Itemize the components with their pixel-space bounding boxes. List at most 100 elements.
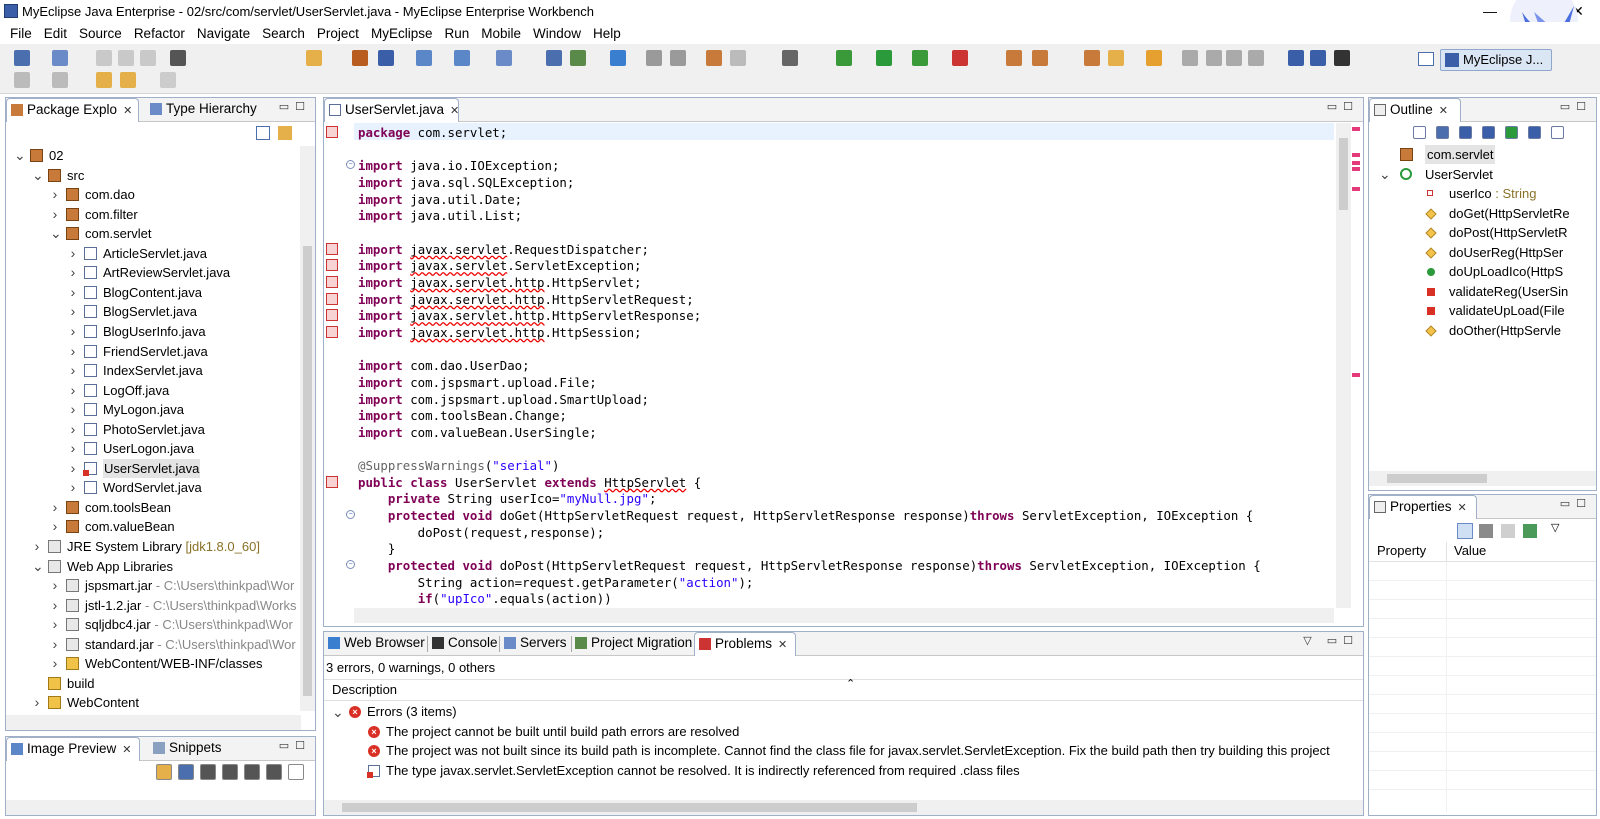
sort-icon[interactable] <box>1436 126 1449 139</box>
tree-item[interactable]: › com.valueBean <box>6 517 299 536</box>
error-marker-icon[interactable] <box>326 309 338 322</box>
toolbar-tool-icon[interactable] <box>496 50 512 66</box>
overview-error-mark[interactable] <box>1352 161 1360 165</box>
menu-navigate[interactable]: Navigate <box>191 26 256 41</box>
fold-toggle-icon[interactable]: − <box>346 559 355 569</box>
collapse-all-icon[interactable] <box>256 126 270 140</box>
problems-hscroll[interactable] <box>324 800 1363 815</box>
fold-toggle-icon[interactable]: − <box>346 160 355 170</box>
view-minmax-icons[interactable]: ▭☐ <box>1560 497 1592 510</box>
tree-item[interactable]: › jspsmart.jar - C:\Users\thinkpad\Wor <box>6 576 299 595</box>
toolbar-tool-icon[interactable] <box>14 50 30 66</box>
expand-arrow-icon[interactable]: › <box>68 302 78 321</box>
toolbar-tool-icon[interactable] <box>1334 50 1350 66</box>
tree-item[interactable]: › BlogUserInfo.java <box>6 322 299 341</box>
menu-project[interactable]: Project <box>311 26 365 41</box>
toolbar-tool-icon[interactable] <box>170 50 186 66</box>
zoom-in-icon[interactable] <box>222 764 238 780</box>
error-marker-icon[interactable] <box>326 242 338 255</box>
fold-toggle-icon[interactable]: − <box>346 509 355 519</box>
toolbar-tool-icon[interactable] <box>670 50 686 66</box>
toolbar-tool-icon[interactable] <box>876 50 892 66</box>
tree-item[interactable]: › com.toolsBean <box>6 498 299 517</box>
open-perspective-icon[interactable] <box>1418 52 1434 66</box>
view-menu-icon[interactable] <box>288 764 304 780</box>
problem-group[interactable]: ⌄ × Errors (3 items) <box>324 702 1363 722</box>
expand-arrow-icon[interactable]: › <box>50 635 60 654</box>
expand-arrow-icon[interactable]: › <box>50 498 60 517</box>
toolbar-tool-icon[interactable] <box>378 50 394 66</box>
categories-icon[interactable] <box>1457 523 1473 539</box>
tree-item[interactable]: › MyLogon.java <box>6 400 299 419</box>
expand-arrow-icon[interactable]: ⌄ <box>1379 165 1391 184</box>
scroll-thumb[interactable] <box>1387 474 1487 483</box>
toolbar-tool-icon[interactable] <box>546 50 562 66</box>
pin-icon[interactable] <box>1523 524 1537 538</box>
tree-item[interactable]: › UserServlet.java <box>6 458 299 478</box>
menu-source[interactable]: Source <box>73 26 128 41</box>
view-minmax-icons[interactable]: ▭☐ <box>1560 100 1592 113</box>
toolbar-tool-icon[interactable] <box>454 50 470 66</box>
outline-hscroll[interactable] <box>1369 471 1596 486</box>
perspective-switcher[interactable]: MyEclipse J... <box>1440 49 1552 71</box>
toolbar-tool-icon[interactable] <box>836 50 852 66</box>
toolbar-tool-icon[interactable] <box>96 50 112 66</box>
tree-item[interactable]: build <box>6 674 299 693</box>
column-property[interactable]: Property <box>1377 542 1426 560</box>
expand-arrow-icon[interactable]: › <box>68 342 78 361</box>
menu-window[interactable]: Window <box>527 26 587 41</box>
tab-image-preview[interactable]: Image Preview ✕ <box>6 737 140 761</box>
view-menu-icon[interactable] <box>1551 126 1564 139</box>
close-icon[interactable]: ✕ <box>123 105 132 117</box>
tree-item[interactable]: › sqljdbc4.jar - C:\Users\thinkpad\Wor <box>6 615 299 634</box>
overview-error-mark[interactable] <box>1352 187 1360 191</box>
scroll-thumb[interactable] <box>303 246 312 696</box>
error-marker-icon[interactable] <box>326 292 338 305</box>
tab-console[interactable]: Console <box>428 632 498 656</box>
toolbar-tool-icon[interactable] <box>952 50 968 66</box>
toolbar-nav-icon[interactable] <box>52 72 68 88</box>
collapse-all-icon[interactable] <box>1413 126 1426 139</box>
toolbar-nav-icon[interactable] <box>120 72 136 88</box>
toolbar-tool-icon[interactable] <box>1226 50 1242 66</box>
expand-arrow-icon[interactable]: › <box>68 322 78 341</box>
overview-error-mark[interactable] <box>1352 153 1360 157</box>
expand-arrow-icon[interactable]: ⌄ <box>14 146 26 165</box>
toolbar-tool-icon[interactable] <box>646 50 662 66</box>
toolbar-nav-icon[interactable] <box>14 72 30 88</box>
menu-refactor[interactable]: Refactor <box>128 26 191 41</box>
menu-mobile[interactable]: Mobile <box>475 26 527 41</box>
package-tree-vscroll[interactable] <box>300 146 315 711</box>
outline-item[interactable]: userIco : String <box>1369 184 1596 203</box>
toolbar-tool-icon[interactable] <box>352 50 368 66</box>
outline-item[interactable]: ⌄ UserServlet <box>1369 165 1596 184</box>
tree-item[interactable]: ⌄ Web App Libraries <box>6 557 299 576</box>
view-minmax-icons[interactable]: ▭☐ <box>279 739 311 752</box>
tab-outline[interactable]: Outline ✕ <box>1369 98 1461 122</box>
error-marker-icon[interactable] <box>326 126 338 138</box>
scroll-thumb[interactable] <box>1339 138 1348 210</box>
toolbar-tool-icon[interactable] <box>570 50 586 66</box>
tree-item[interactable]: › standard.jar - C:\Users\thinkpad\Wor <box>6 635 299 654</box>
hide-nonpublic-icon[interactable] <box>1505 126 1518 139</box>
error-marker-icon[interactable] <box>326 325 338 338</box>
view-minmax-icons[interactable]: ▭☐ <box>1327 100 1359 113</box>
error-marker-icon[interactable] <box>326 475 338 488</box>
error-marker-icon[interactable] <box>326 259 338 272</box>
scroll-thumb[interactable] <box>342 803 917 812</box>
expand-arrow-icon[interactable]: ⌄ <box>32 557 44 576</box>
view-minmax-icons[interactable]: ▭☐ <box>279 100 311 113</box>
tree-item[interactable]: › com.dao <box>6 185 299 204</box>
restore-default-icon[interactable] <box>1501 524 1515 538</box>
toolbar-nav-icon[interactable] <box>160 72 176 88</box>
tree-item[interactable]: › UserLogon.java <box>6 439 299 458</box>
toolbar-tool-icon[interactable] <box>1108 50 1124 66</box>
tree-item[interactable]: ⌄ 02 <box>6 146 299 165</box>
tree-item[interactable]: › PhotoServlet.java <box>6 420 299 439</box>
expand-arrow-icon[interactable]: › <box>68 283 78 302</box>
expand-arrow-icon[interactable]: › <box>50 615 60 634</box>
expand-arrow-icon[interactable]: › <box>50 576 60 595</box>
toolbar-tool-icon[interactable] <box>416 50 432 66</box>
toolbar-tool-icon[interactable] <box>1310 50 1326 66</box>
toolbar-tool-icon[interactable] <box>1146 50 1162 66</box>
